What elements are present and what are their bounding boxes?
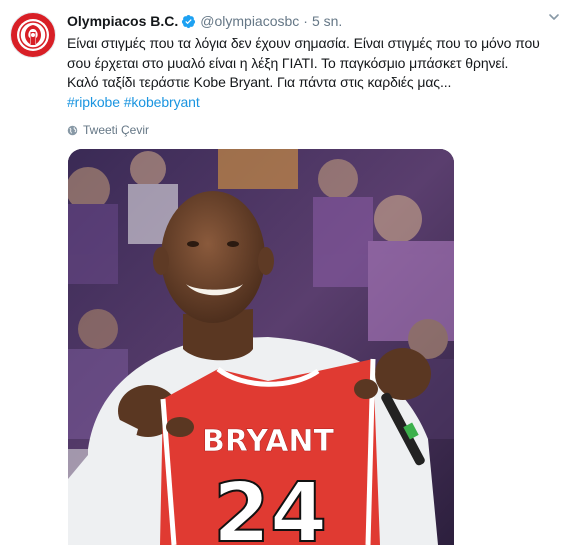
translate-tweet-link[interactable]: Tweeti Çevir bbox=[67, 123, 149, 137]
account-handle[interactable]: @olympiacosbc bbox=[200, 13, 299, 29]
separator-dot: · bbox=[303, 13, 308, 29]
hashtag-link[interactable]: #ripkobe bbox=[67, 94, 120, 110]
tweet-text-line: σου έρχεται στο μυαλό είναι η λέξη ΓΙΑΤΙ… bbox=[67, 54, 509, 71]
avatar[interactable] bbox=[10, 12, 56, 58]
jersey-number-text: 24 bbox=[213, 466, 327, 545]
tweet-photo[interactable]: BRYANT 24 bbox=[68, 149, 454, 545]
tweet-header: Olympiacos B.C. @olympiacosbc · 5 sn. bbox=[67, 11, 342, 31]
olympiacos-logo-icon bbox=[17, 19, 49, 51]
tweet-text-line: Είναι στιγμές που τα λόγια δεν έχουν σημ… bbox=[67, 35, 540, 51]
tweet-text: Είναι στιγμές που τα λόγια δεν έχουν σημ… bbox=[67, 34, 561, 112]
account-name[interactable]: Olympiacos B.C. bbox=[67, 13, 178, 29]
translate-label: Tweeti Çevir bbox=[83, 123, 150, 137]
jersey-name-text: BRYANT bbox=[202, 424, 335, 459]
tweet-timestamp[interactable]: 5 sn. bbox=[312, 13, 342, 29]
tweet: Olympiacos B.C. @olympiacosbc · 5 sn. Εί… bbox=[0, 0, 563, 545]
hashtag-link[interactable]: #kobebryant bbox=[124, 94, 200, 110]
tweet-text-line: Καλό ταξίδι τεράστιε Kobe Bryant. Για πά… bbox=[67, 74, 452, 90]
globe-icon bbox=[67, 125, 78, 135]
kobe-bryant-photo: BRYANT 24 bbox=[68, 149, 454, 545]
hashtag-line: #ripkobe #kobebryant bbox=[67, 93, 561, 113]
chevron-down-icon[interactable] bbox=[547, 10, 561, 24]
verified-badge-icon bbox=[181, 14, 196, 29]
